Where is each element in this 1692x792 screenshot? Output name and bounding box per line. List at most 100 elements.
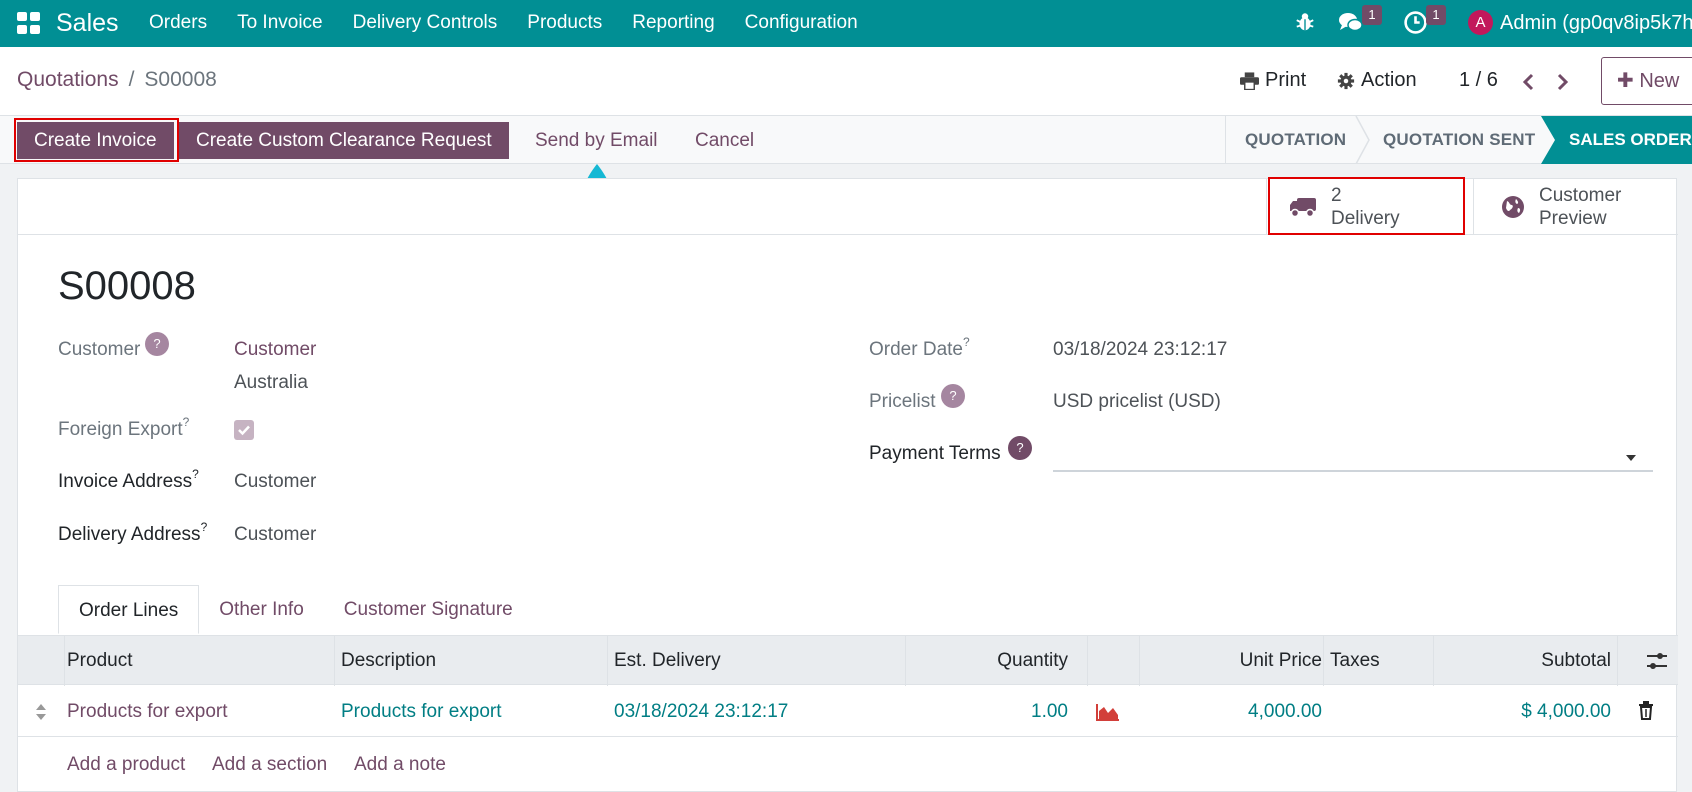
table-row[interactable]: Products for export Products for export … bbox=[18, 685, 1678, 737]
foreign-export-checkbox[interactable] bbox=[234, 420, 254, 440]
column-taxes[interactable]: Taxes bbox=[1330, 650, 1380, 672]
new-label: New bbox=[1639, 70, 1680, 92]
column-divider bbox=[1139, 636, 1140, 686]
breadcrumb-separator: / bbox=[128, 68, 135, 91]
pricelist-value[interactable]: USD pricelist (USD) bbox=[1053, 391, 1221, 413]
status-divider bbox=[1225, 116, 1226, 164]
delivery-address-value[interactable]: Customer bbox=[234, 524, 316, 546]
add-product-link[interactable]: Add a product bbox=[67, 754, 185, 776]
column-subtotal[interactable]: Subtotal bbox=[1541, 650, 1611, 672]
row-description[interactable]: Products for export bbox=[341, 701, 502, 723]
trash-icon[interactable] bbox=[1638, 701, 1654, 720]
menu-configuration[interactable]: Configuration bbox=[745, 12, 858, 34]
tab-other-info[interactable]: Other Info bbox=[199, 585, 324, 634]
status-bar: QUOTATION QUOTATION SENT SALES ORDER bbox=[1225, 116, 1692, 164]
send-by-email-button[interactable]: Send by Email bbox=[535, 130, 658, 152]
pager-value[interactable]: 1 / 6 bbox=[1459, 69, 1498, 92]
tab-order-lines[interactable]: Order Lines bbox=[58, 585, 200, 634]
column-divider bbox=[905, 636, 906, 686]
foreign-export-help-icon[interactable]: ? bbox=[183, 415, 190, 429]
customer-help-icon[interactable]: ? bbox=[145, 332, 169, 356]
customer-preview-line1: Customer bbox=[1539, 185, 1622, 206]
order-date-value[interactable]: 03/18/2024 23:12:17 bbox=[1053, 339, 1227, 361]
checkmark-icon bbox=[238, 425, 250, 436]
menu-delivery-controls[interactable]: Delivery Controls bbox=[353, 12, 498, 34]
column-divider bbox=[64, 636, 65, 686]
invoice-address-label: Invoice Address? bbox=[58, 467, 199, 492]
globe-icon bbox=[1502, 196, 1524, 218]
breadcrumb-current: S00008 bbox=[144, 68, 217, 91]
order-date-label: Order Date? bbox=[869, 335, 970, 360]
debug-bug-icon[interactable] bbox=[1294, 11, 1316, 33]
customer-preview-text: Customer Preview bbox=[1539, 184, 1621, 230]
menu-products[interactable]: Products bbox=[527, 12, 602, 34]
invoice-address-value[interactable]: Customer bbox=[234, 471, 316, 493]
user-avatar[interactable]: A bbox=[1468, 10, 1493, 35]
printer-icon bbox=[1240, 71, 1259, 90]
column-unit-price[interactable]: Unit Price bbox=[1240, 650, 1322, 672]
row-est-delivery[interactable]: 03/18/2024 23:12:17 bbox=[614, 701, 788, 723]
app-brand[interactable]: Sales bbox=[56, 9, 119, 38]
drag-handle-icon[interactable] bbox=[35, 703, 47, 721]
column-est-delivery[interactable]: Est. Delivery bbox=[614, 650, 721, 672]
pager-previous-icon[interactable] bbox=[1521, 73, 1535, 91]
optional-columns-icon[interactable] bbox=[1646, 651, 1668, 671]
status-quotation-sent[interactable]: QUOTATION SENT bbox=[1383, 130, 1535, 150]
status-quotation[interactable]: QUOTATION bbox=[1245, 130, 1346, 150]
row-subtotal: $ 4,000.00 bbox=[1521, 701, 1611, 722]
breadcrumb-quotations[interactable]: Quotations bbox=[17, 68, 119, 91]
control-panel: Quotations / S00008 Print Action 1 / 6 ✚ N… bbox=[0, 47, 1692, 116]
add-note-link[interactable]: Add a note bbox=[354, 754, 446, 776]
column-divider bbox=[1323, 636, 1324, 686]
customer-name-link[interactable]: Customer bbox=[234, 339, 316, 361]
messages-chat-icon[interactable] bbox=[1338, 10, 1364, 36]
cancel-button[interactable]: Cancel bbox=[695, 130, 754, 152]
column-description[interactable]: Description bbox=[341, 650, 436, 672]
pricelist-label: Pricelist bbox=[869, 391, 936, 412]
action-button[interactable]: Action bbox=[1337, 69, 1417, 92]
activity-clock-icon[interactable] bbox=[1403, 10, 1428, 35]
add-section-link[interactable]: Add a section bbox=[212, 754, 327, 776]
column-divider bbox=[1087, 636, 1088, 686]
form-sheet: 2 Delivery Customer Preview S00008 Custo… bbox=[17, 177, 1678, 792]
column-quantity[interactable]: Quantity bbox=[997, 650, 1068, 672]
highlight-create-invoice bbox=[14, 118, 179, 162]
row-quantity[interactable]: 1.00 bbox=[1031, 701, 1068, 723]
print-button[interactable]: Print bbox=[1240, 69, 1306, 92]
customer-preview-line2: Preview bbox=[1539, 208, 1607, 229]
payment-terms-underline bbox=[1053, 470, 1653, 472]
column-divider bbox=[607, 636, 608, 686]
print-label: Print bbox=[1265, 69, 1307, 91]
payment-terms-dropdown-icon[interactable] bbox=[1626, 455, 1636, 461]
menu-reporting[interactable]: Reporting bbox=[632, 12, 714, 34]
forecast-chart-icon[interactable] bbox=[1096, 703, 1120, 721]
user-menu[interactable]: Admin (gp0qv8ip5k7h bbox=[1500, 12, 1692, 35]
menu-to-invoice[interactable]: To Invoice bbox=[237, 12, 323, 34]
status-sales-order[interactable]: SALES ORDER bbox=[1541, 116, 1692, 164]
row-unit-price[interactable]: 4,000.00 bbox=[1248, 701, 1322, 723]
action-bar: Create Invoice Create Custom Clearance R… bbox=[0, 116, 1692, 164]
invoice-address-help-icon[interactable]: ? bbox=[192, 467, 199, 481]
apps-menu-icon[interactable] bbox=[17, 12, 41, 34]
customer-preview-smart-button[interactable]: Customer Preview bbox=[1473, 179, 1678, 235]
notebook-tabs: Order Lines Other Info Customer Signatur… bbox=[58, 585, 533, 634]
messages-badge: 1 bbox=[1362, 5, 1382, 25]
create-custom-clearance-button[interactable]: Create Custom Clearance Request bbox=[179, 122, 509, 159]
order-name-title: S00008 bbox=[58, 264, 196, 308]
column-divider bbox=[334, 636, 335, 686]
pager-next-icon[interactable] bbox=[1556, 73, 1570, 91]
delivery-address-help-icon[interactable]: ? bbox=[201, 520, 208, 534]
menu-orders[interactable]: Orders bbox=[149, 12, 207, 34]
row-product[interactable]: Products for export bbox=[67, 701, 228, 723]
breadcrumb: Quotations / S00008 bbox=[17, 68, 217, 92]
smart-button-box: 2 Delivery Customer Preview bbox=[18, 177, 1678, 235]
activity-badge: 1 bbox=[1426, 5, 1446, 25]
new-button[interactable]: ✚ New bbox=[1601, 57, 1692, 105]
tab-customer-signature[interactable]: Customer Signature bbox=[324, 585, 533, 634]
action-label: Action bbox=[1361, 69, 1417, 91]
column-product[interactable]: Product bbox=[67, 650, 132, 672]
order-date-help-icon[interactable]: ? bbox=[963, 335, 970, 349]
gear-icon bbox=[1337, 72, 1355, 89]
payment-terms-help-icon[interactable]: ? bbox=[1008, 436, 1032, 460]
pricelist-help-icon[interactable]: ? bbox=[941, 384, 965, 408]
